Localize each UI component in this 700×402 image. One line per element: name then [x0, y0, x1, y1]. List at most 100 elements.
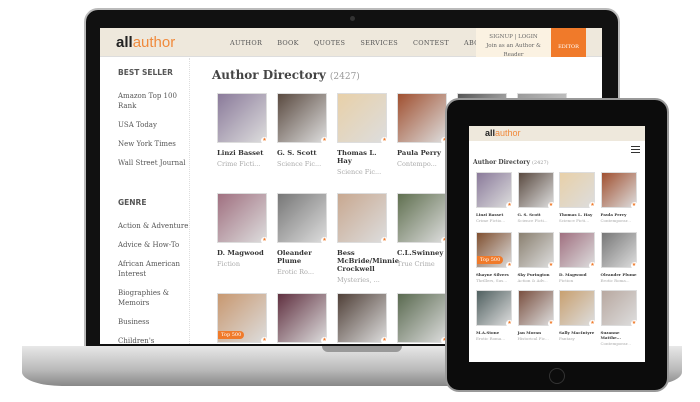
author-name[interactable]: Sky Purington — [518, 272, 556, 277]
author-name[interactable]: Paula Perry — [397, 149, 449, 157]
star-icon[interactable]: ★ — [547, 202, 555, 209]
author-card[interactable]: ★ Suzanne Matthe... Contemporar... — [600, 290, 639, 346]
author-name[interactable]: D. Magwood — [217, 249, 269, 257]
sidebar-item[interactable]: Business — [118, 317, 189, 327]
star-icon[interactable]: ★ — [589, 320, 596, 327]
star-icon[interactable]: ★ — [261, 337, 268, 344]
author-card[interactable]: ★ Linzi Basset Crime Ficti... — [217, 93, 269, 168]
star-icon[interactable]: ★ — [630, 262, 638, 269]
author-card[interactable]: ★ G. S. Scott Science Fic... — [277, 93, 329, 168]
author-card[interactable]: ★ D. Magwood Fiction — [217, 193, 269, 268]
author-card[interactable]: ★ Jan Moran Historical Fic... — [517, 290, 556, 341]
nav-author[interactable]: AUTHOR — [230, 39, 262, 47]
author-photo[interactable]: ★ — [600, 232, 638, 269]
author-photo[interactable]: ★ — [337, 193, 388, 244]
author-card[interactable]: ★ Bess McBride/Minnie Crockwell Mysterie… — [337, 193, 399, 284]
author-card[interactable]: ★ Paula Perry Contemporar... — [600, 172, 639, 223]
author-card[interactable]: ★ — [337, 293, 389, 344]
author-name[interactable]: Paula Perry — [601, 212, 639, 217]
author-name[interactable]: Thomas L. Hay — [337, 149, 389, 165]
author-photo[interactable]: ★ — [476, 290, 513, 327]
author-photo[interactable]: ★ — [600, 172, 638, 209]
sidebar-item[interactable]: Action & Adventure — [118, 221, 189, 231]
sidebar-item[interactable]: Children's — [118, 336, 189, 344]
author-photo[interactable]: ★ — [217, 93, 268, 144]
author-name[interactable]: M.A.Stone — [476, 330, 514, 335]
author-name[interactable]: Bess McBride/Minnie Crockwell — [337, 249, 399, 273]
author-name[interactable]: G. S. Scott — [518, 212, 556, 217]
author-card[interactable]: ★ Paula Perry Contempo... — [397, 93, 449, 168]
author-name[interactable]: Suzanne Matthe... — [601, 330, 639, 340]
star-icon[interactable]: ★ — [321, 237, 328, 244]
author-name[interactable]: Oleander Plume — [601, 272, 639, 277]
author-name[interactable]: Shayne Silvers — [476, 272, 514, 277]
author-card[interactable]: ★ Oleander Plume Erotic Roma... — [600, 232, 639, 283]
author-photo[interactable]: ★ — [277, 93, 328, 144]
sidebar-item[interactable]: Advice & How-To — [118, 240, 189, 250]
star-icon[interactable]: ★ — [381, 237, 388, 244]
author-name[interactable]: C.L.Swinney — [397, 249, 449, 257]
star-icon[interactable]: ★ — [630, 202, 638, 209]
author-photo[interactable]: ★ — [517, 232, 555, 269]
author-card[interactable]: ★ Sally MacIntyre Fantasy — [559, 290, 597, 341]
star-icon[interactable]: ★ — [547, 262, 555, 269]
author-card[interactable]: ★ — [277, 293, 329, 344]
logo[interactable]: allauthor — [116, 34, 175, 51]
star-icon[interactable]: ★ — [261, 137, 268, 144]
author-photo[interactable]: ★ — [517, 172, 555, 209]
star-icon[interactable]: ★ — [321, 337, 328, 344]
star-icon[interactable]: ★ — [589, 202, 596, 209]
star-icon[interactable]: ★ — [381, 337, 388, 344]
star-icon[interactable]: ★ — [381, 137, 388, 144]
author-photo[interactable]: ★ — [277, 293, 328, 344]
author-card[interactable]: ★ M.A.Stone Erotic Roma... — [476, 290, 514, 341]
author-photo[interactable]: ★ — [559, 290, 596, 327]
author-photo[interactable]: ★ — [397, 193, 448, 244]
author-card[interactable]: ★ Thomas L. Hay Science Fic... — [337, 93, 389, 176]
author-photo[interactable]: ★ — [517, 290, 555, 327]
star-icon[interactable]: ★ — [506, 202, 513, 209]
author-photo[interactable]: Top 500 ★ — [476, 232, 513, 269]
nav-services[interactable]: SERVICES — [360, 39, 398, 47]
author-photo[interactable]: ★ — [277, 193, 328, 244]
star-icon[interactable]: ★ — [506, 262, 513, 269]
author-name[interactable]: G. S. Scott — [277, 149, 329, 157]
author-card[interactable]: ★ Oleander Plume Erotic Ro... — [277, 193, 329, 276]
author-photo[interactable]: ★ — [476, 172, 513, 209]
author-card[interactable]: ★ D. Magwood Fiction — [559, 232, 597, 283]
author-photo[interactable]: ★ — [397, 293, 448, 344]
author-card[interactable]: ★ C.L.Swinney True Crime — [397, 193, 449, 268]
star-icon[interactable]: ★ — [261, 237, 268, 244]
author-photo[interactable]: ★ — [559, 172, 596, 209]
author-card[interactable]: ★ Thomas L. Hay Science Ficti... — [559, 172, 597, 223]
sidebar-item[interactable]: USA Today — [118, 120, 189, 130]
author-name[interactable]: D. Magwood — [559, 272, 597, 277]
author-card[interactable]: ★ — [397, 293, 449, 344]
signup-link[interactable]: SIGNUP — [489, 34, 512, 40]
author-name[interactable]: Thomas L. Hay — [559, 212, 597, 217]
star-icon[interactable]: ★ — [506, 320, 513, 327]
author-name[interactable]: Linzi Basset — [217, 149, 269, 157]
tablet-logo[interactable]: allauthor — [485, 128, 521, 138]
author-photo[interactable]: ★ — [217, 193, 268, 244]
sidebar-item[interactable]: Wall Street Journal — [118, 158, 189, 168]
author-photo[interactable]: ★ — [337, 293, 388, 344]
author-name[interactable]: Oleander Plume — [277, 249, 329, 265]
star-icon[interactable]: ★ — [547, 320, 555, 327]
author-photo[interactable]: Top 500 ★ — [217, 293, 268, 344]
author-photo[interactable]: ★ — [397, 93, 448, 144]
sidebar-item[interactable]: African American Interest — [118, 259, 189, 279]
login-link[interactable]: LOGIN — [518, 34, 538, 40]
nav-contest[interactable]: CONTEST — [413, 39, 449, 47]
author-card[interactable]: ★ Linzi Basset Crime Fictio... — [476, 172, 514, 223]
author-card[interactable]: ★ G. S. Scott Science Ficti... — [517, 172, 556, 223]
author-photo[interactable]: ★ — [337, 93, 388, 144]
author-name[interactable]: Linzi Basset — [476, 212, 514, 217]
star-icon[interactable]: ★ — [589, 262, 596, 269]
editor-button[interactable]: EDITOR — [551, 28, 586, 57]
nav-book[interactable]: BOOK — [277, 39, 299, 47]
author-card[interactable]: Top 500 ★ Shayne Silvers Thrillers, Sus..… — [476, 232, 514, 283]
author-name[interactable]: Jan Moran — [518, 330, 556, 335]
author-name[interactable]: Sally MacIntyre — [559, 330, 597, 335]
author-photo[interactable]: ★ — [559, 232, 596, 269]
